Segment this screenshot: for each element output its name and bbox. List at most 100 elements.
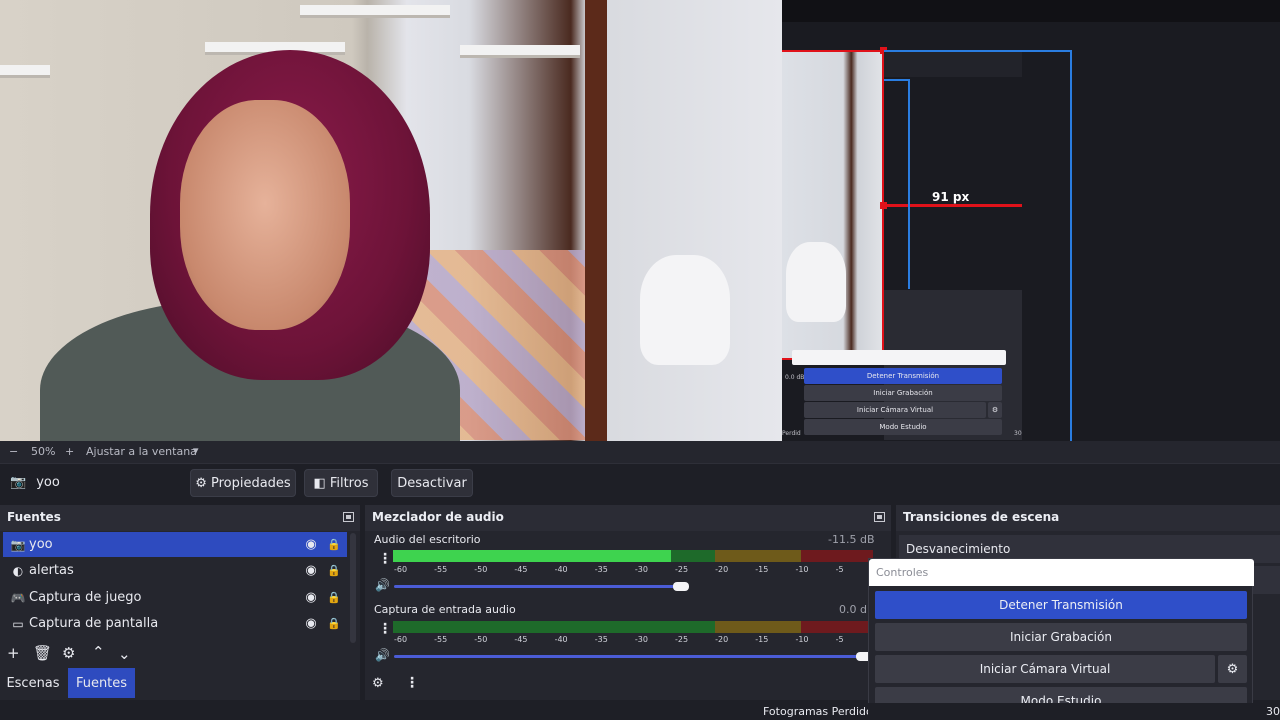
eye-icon[interactable]: ◉ [301, 616, 321, 631]
volume-slider[interactable] [394, 655, 864, 658]
lock-icon[interactable]: 🔒 [321, 591, 347, 604]
tab-scenes[interactable]: Escenas [0, 668, 66, 698]
tick-label: -30 [634, 635, 648, 644]
current-source-name: yoo [36, 475, 60, 490]
tick-label: -40 [554, 635, 568, 644]
properties-button[interactable]: ⚙ Propiedades [190, 469, 296, 497]
virtual-camera-button[interactable]: Iniciar Cámara Virtual [875, 655, 1215, 683]
tick-label: -55 [434, 635, 448, 644]
preview-canvas[interactable]: 91 px Detener Transmisión Iniciar Grabac… [0, 0, 1280, 441]
nested-start-record: Iniciar Grabación [804, 385, 1002, 401]
tick-label: -20 [715, 565, 729, 574]
start-record-button[interactable]: Iniciar Grabación [875, 623, 1247, 651]
channel-name: Audio del escritorio [374, 533, 481, 546]
eye-icon[interactable]: ◉ [301, 537, 321, 552]
tick-label: -35 [594, 635, 608, 644]
webcam-source-image [0, 0, 782, 441]
controls-title: Controles [869, 559, 1254, 586]
sources-scrollbar[interactable] [350, 533, 356, 643]
gear-icon: ⚙ [195, 475, 207, 491]
zoom-out-button[interactable]: − [9, 445, 18, 458]
tick-label: -5 [835, 635, 844, 644]
trash-icon[interactable]: 🗑 [33, 644, 52, 662]
chevron-down-icon[interactable]: ⌄ [118, 645, 131, 663]
filter-icon: ◧ [313, 475, 326, 491]
tick-label: -45 [514, 565, 528, 574]
meter-ticks: -60 -55 -50 -45 -40 -35 -30 -25 -20 -15 -10 -5 [394, 635, 874, 645]
nested-fps: 30 [1014, 430, 1022, 437]
gears-icon[interactable]: ⚙ [372, 676, 384, 691]
source-toolbar: 📷 yoo ⚙ Propiedades ◧ Filtros Desactivar [0, 463, 1280, 503]
source-label: Captura de pantalla [29, 616, 159, 631]
shelf [300, 5, 450, 15]
chevron-up-icon[interactable]: ⌃ [92, 643, 105, 661]
shelf [0, 65, 50, 75]
nested-preview: 91 px Detener Transmisión Iniciar Grabac… [782, 0, 1280, 441]
transition-field[interactable] [1253, 566, 1280, 594]
deactivate-button[interactable]: Desactivar [391, 469, 473, 497]
source-item-alertas[interactable]: ◐ alertas ◉ 🔒 [3, 558, 347, 583]
nested-stop-stream: Detener Transmisión [804, 368, 1002, 384]
source-item-yoo[interactable]: 📷 yoo ◉ 🔒 [3, 532, 347, 557]
lock-icon[interactable]: 🔒 [321, 617, 347, 630]
source-item-game-capture[interactable]: 🎮 Captura de juego ◉ 🔒 [3, 585, 347, 610]
eye-icon[interactable]: ◉ [301, 590, 321, 605]
eye-icon[interactable]: ◉ [301, 563, 321, 578]
tick-label: -35 [594, 565, 608, 574]
volume-slider[interactable] [394, 585, 681, 588]
tick-label: -15 [755, 635, 769, 644]
speaker-icon[interactable]: 🔊 [375, 648, 390, 662]
nested-studio-mode: Modo Estudio [804, 419, 1002, 435]
tab-sources[interactable]: Fuentes [68, 668, 135, 698]
distance-guide [884, 204, 1022, 207]
filters-button[interactable]: ◧ Filtros [304, 469, 378, 497]
kebab-menu-icon[interactable]: ⋮ [405, 675, 419, 691]
fps-value: 30 [1266, 705, 1280, 718]
volume-knob[interactable] [673, 582, 689, 591]
audio-meter [393, 621, 873, 633]
camera-icon: 📷 [10, 537, 26, 552]
bounds-guide [908, 79, 910, 289]
zoom-level: 50% [31, 445, 56, 458]
nested-dock [884, 52, 1022, 77]
tick-label: -60 [394, 565, 408, 574]
kebab-menu-icon[interactable]: ⋮ [378, 551, 392, 567]
tick-label: -30 [634, 565, 648, 574]
gear-icon[interactable]: ⚙ [62, 644, 75, 662]
obs-window: 91 px Detener Transmisión Iniciar Grabac… [0, 0, 1280, 720]
sources-title: Fuentes [0, 505, 360, 531]
gear-icon[interactable]: ⚙ [1218, 655, 1247, 683]
filters-label: Filtros [329, 475, 369, 491]
zoom-in-button[interactable]: + [65, 445, 74, 458]
undock-icon[interactable] [874, 512, 885, 522]
tick-label: -20 [715, 635, 729, 644]
source-label: alertas [29, 563, 74, 578]
stop-stream-button[interactable]: Detener Transmisión [875, 591, 1247, 619]
nested-topbar [782, 0, 1280, 22]
camera-icon: 📷 [10, 475, 27, 490]
speaker-icon[interactable]: 🔊 [375, 578, 390, 592]
lock-icon[interactable]: 🔒 [321, 538, 347, 551]
meter-level [393, 550, 672, 562]
tick-label: -5 [835, 565, 844, 574]
nested-db: 0.0 dB [785, 374, 805, 381]
source-item-screen-capture[interactable]: ▭ Captura de pantalla ◉ 🔒 [3, 611, 347, 636]
kebab-menu-icon[interactable]: ⋮ [378, 621, 392, 637]
meter-zone [714, 550, 801, 562]
undock-icon[interactable] [343, 512, 354, 522]
meter-zone [801, 550, 873, 562]
gamepad-icon: 🎮 [10, 590, 26, 605]
chevron-down-icon[interactable]: ▾ [193, 444, 199, 457]
meter-ticks: -60 -55 -50 -45 -40 -35 -30 -25 -20 -15 -10 -5 [394, 565, 874, 575]
meter-zone [714, 621, 801, 633]
properties-label: Propiedades [210, 475, 291, 491]
lock-icon[interactable]: 🔒 [321, 564, 347, 577]
fit-window-option[interactable]: Ajustar a la ventana [86, 445, 197, 458]
mixer-title: Mezclador de audio [365, 505, 891, 531]
tick-label: -45 [514, 635, 528, 644]
add-icon[interactable]: + [7, 644, 20, 662]
selection-box[interactable] [782, 50, 884, 360]
tick-label: -10 [795, 635, 809, 644]
transition-selected: Desvanecimiento [906, 542, 1011, 556]
source-label: Captura de juego [29, 590, 142, 605]
